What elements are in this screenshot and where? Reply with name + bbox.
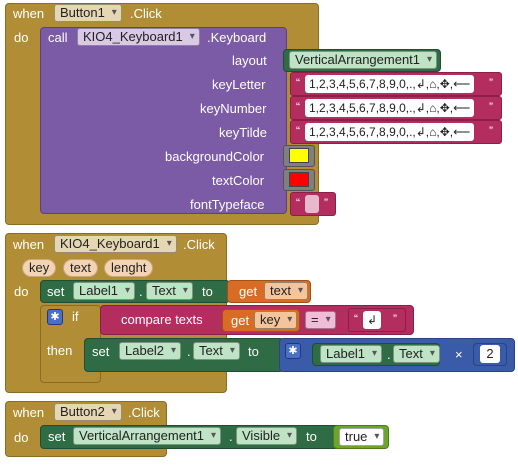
- event-name-label: .Click: [183, 237, 215, 252]
- set-label: set: [48, 429, 66, 444]
- set-component-dropdown[interactable]: Label2: [119, 342, 182, 360]
- text-color-swatch[interactable]: [289, 172, 309, 187]
- to-label: to: [202, 284, 213, 299]
- do-label: do: [14, 30, 29, 45]
- then-label: then: [47, 343, 73, 358]
- keytilde-string-block[interactable]: “ 1,2,3,4,5,6,7,8,9,0,.,↲,⌂,✥,⟵ ”: [290, 120, 502, 144]
- param-lenght-chip[interactable]: lenght: [104, 259, 154, 277]
- multiply-mutator-gear-icon[interactable]: ✱: [285, 343, 301, 359]
- compare-texts-label: compare texts: [121, 312, 203, 327]
- compare-value-string[interactable]: ↲: [363, 311, 382, 329]
- param-keynumber-label: keyNumber: [200, 101, 267, 116]
- event-component-dropdown[interactable]: KIO4_Keyboard1: [54, 235, 177, 253]
- set-property-dropdown[interactable]: Text: [193, 342, 240, 360]
- quote-close: ”: [489, 100, 493, 114]
- param-textcolor-label: textColor: [212, 173, 265, 188]
- getter-property-dropdown[interactable]: Text: [393, 345, 440, 363]
- when-label: when: [13, 6, 45, 21]
- compare-operator-dropdown[interactable]: =: [305, 311, 336, 329]
- get-variable-dropdown[interactable]: key: [254, 311, 298, 329]
- get-label: get: [231, 313, 250, 328]
- param-backgroundcolor-label: backgroundColor: [165, 149, 265, 164]
- when-label: when: [13, 405, 45, 420]
- event-component-dropdown[interactable]: Button1: [54, 4, 122, 22]
- dot-separator: .: [187, 344, 191, 359]
- event-name-label: .Click: [130, 6, 162, 21]
- getter-component-dropdown[interactable]: Label1: [320, 345, 383, 363]
- dot-separator: .: [229, 429, 233, 444]
- when-label: when: [13, 237, 45, 252]
- set-label: set: [47, 284, 65, 299]
- event-name-label: .Click: [128, 405, 160, 420]
- quote-close: ”: [489, 76, 493, 90]
- background-color-swatch[interactable]: [289, 148, 309, 163]
- set-property-dropdown[interactable]: Visible: [236, 427, 298, 445]
- keynumber-string-block[interactable]: “ 1,2,3,4,5,6,7,8,9,0,.,↲,⌂,✥,⟵ ”: [290, 96, 502, 120]
- dot-separator: .: [139, 284, 143, 299]
- keyletter-string-block[interactable]: “ 1,2,3,4,5,6,7,8,9,0,.,↲,⌂,✥,⟵ ”: [290, 72, 502, 96]
- set-component-dropdown[interactable]: Label1: [73, 282, 136, 300]
- to-label: to: [306, 429, 317, 444]
- param-keytilde-label: keyTilde: [219, 125, 267, 140]
- param-keyletter-label: keyLetter: [212, 77, 266, 92]
- get-label: get: [239, 284, 258, 299]
- logic-value-dropdown[interactable]: true: [339, 428, 385, 446]
- layout-component-dropdown[interactable]: VerticalArrangement1: [289, 51, 438, 69]
- do-label: do: [14, 430, 29, 445]
- quote-open: “: [296, 100, 300, 114]
- set-property-dropdown[interactable]: Text: [146, 282, 193, 300]
- if-label: if: [72, 309, 79, 324]
- compare-value-string-block[interactable]: “ ↲ ”: [348, 308, 406, 332]
- quote-open: “: [354, 312, 358, 326]
- do-label: do: [14, 284, 29, 299]
- quote-close: ”: [489, 124, 493, 138]
- param-layout-label: layout: [232, 53, 267, 68]
- quote-close: ”: [393, 312, 397, 326]
- param-key-chip[interactable]: key: [22, 259, 57, 277]
- fonttypeface-string-value[interactable]: [305, 195, 319, 213]
- method-label: .Keyboard: [207, 30, 267, 45]
- set-label: set: [92, 344, 110, 359]
- keyletter-string-value[interactable]: 1,2,3,4,5,6,7,8,9,0,.,↲,⌂,✥,⟵: [305, 75, 475, 93]
- keytilde-string-value[interactable]: 1,2,3,4,5,6,7,8,9,0,.,↲,⌂,✥,⟵: [305, 123, 475, 141]
- call-label: call: [48, 30, 68, 45]
- quote-open: “: [296, 124, 300, 138]
- multiply-sign: ×: [455, 347, 463, 362]
- quote-close: ”: [324, 196, 328, 210]
- if-mutator-gear-icon[interactable]: ✱: [47, 309, 63, 325]
- dot-separator: .: [387, 347, 391, 362]
- fonttypeface-string-block[interactable]: “ ”: [290, 192, 336, 216]
- call-component-dropdown[interactable]: KIO4_Keyboard1: [77, 28, 200, 46]
- param-fonttypeface-label: fontTypeface: [190, 197, 265, 212]
- quote-open: “: [296, 196, 300, 210]
- number-value[interactable]: 2: [480, 345, 500, 363]
- event-block-body-gap: [6, 26, 36, 216]
- event-component-dropdown[interactable]: Button2: [54, 403, 122, 421]
- get-variable-dropdown[interactable]: text: [264, 282, 308, 300]
- quote-open: “: [296, 76, 300, 90]
- to-label: to: [248, 344, 259, 359]
- keynumber-string-value[interactable]: 1,2,3,4,5,6,7,8,9,0,.,↲,⌂,✥,⟵: [305, 99, 475, 117]
- set-component-dropdown[interactable]: VerticalArrangement1: [73, 427, 222, 445]
- param-text-chip[interactable]: text: [63, 259, 98, 277]
